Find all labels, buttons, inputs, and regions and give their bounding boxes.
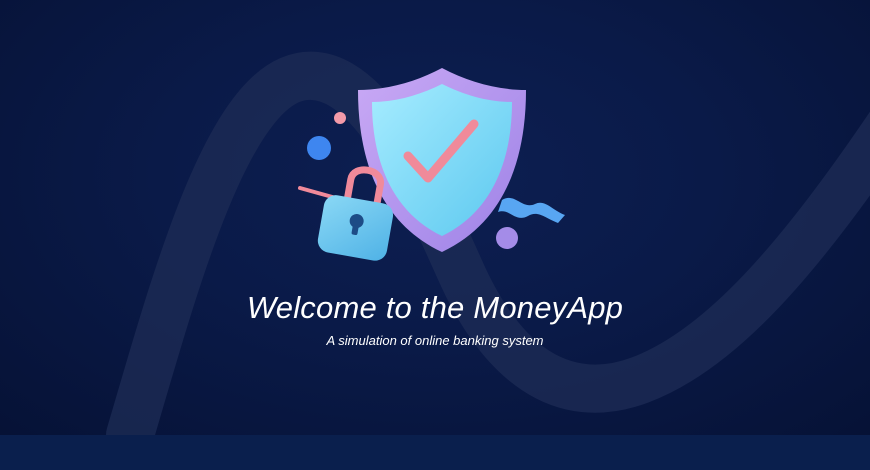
footer-band xyxy=(0,435,870,470)
security-illustration xyxy=(298,68,565,261)
pink-orb xyxy=(334,112,346,124)
purple-orb xyxy=(496,227,518,249)
welcome-title: Welcome to the MoneyApp xyxy=(246,290,624,325)
welcome-subtitle: A simulation of online banking system xyxy=(326,333,544,348)
hero-section: Welcome to the MoneyApp A simulation of … xyxy=(0,0,870,435)
blue-orb xyxy=(307,136,331,160)
ribbon-decoration xyxy=(498,197,565,223)
